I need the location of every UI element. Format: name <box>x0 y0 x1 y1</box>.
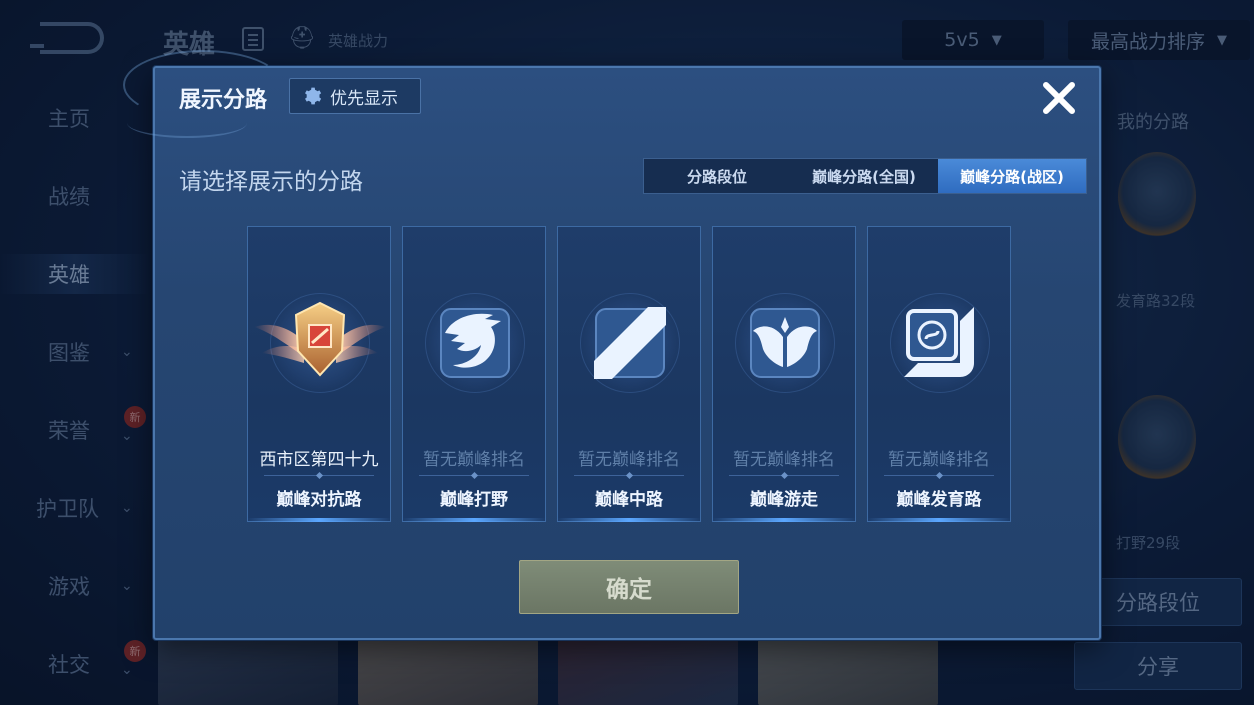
card-bottom-glow <box>247 518 391 522</box>
lane-card-clash[interactable]: 西市区第四十九 巅峰对抗路 <box>247 226 391 522</box>
priority-label: 优先显示 <box>330 88 398 109</box>
lane-role-label: 巅峰对抗路 <box>276 490 362 510</box>
roam-wings-icon <box>750 308 820 378</box>
clash-lane-medal-icon <box>254 301 386 377</box>
divider <box>574 475 684 476</box>
card-bottom-glow <box>557 518 701 522</box>
lane-display-dialog: 展示分路 优先显示 请选择展示的分路 分路段位 巅峰分路(全国) 巅峰分路(战区… <box>123 50 1101 640</box>
tab-peak-national[interactable]: 巅峰分路(全国) <box>790 159 938 193</box>
tab-peak-region[interactable]: 巅峰分路(战区) <box>938 159 1086 193</box>
confirm-button[interactable]: 确定 <box>519 560 739 614</box>
peak-rank-text: 暂无巅峰排名 <box>888 450 990 470</box>
tab-lane-rank[interactable]: 分路段位 <box>644 159 790 193</box>
dialog-subtitle: 请选择展示的分路 <box>179 169 363 195</box>
lane-role-label: 巅峰发育路 <box>896 490 982 510</box>
lane-card-farm[interactable]: 暂无巅峰排名 巅峰发育路 <box>867 226 1011 522</box>
close-icon <box>1043 82 1075 114</box>
gear-icon <box>305 87 322 105</box>
lane-role-label: 巅峰游走 <box>750 490 818 510</box>
lane-card-mid[interactable]: 暂无巅峰排名 巅峰中路 <box>557 226 701 522</box>
peak-rank-text: 暂无巅峰排名 <box>423 450 525 470</box>
jungle-dragon-icon <box>440 308 510 378</box>
divider <box>264 475 374 476</box>
card-bottom-glow <box>867 518 1011 522</box>
peak-rank-text: 暂无巅峰排名 <box>578 450 680 470</box>
lane-card-jungle[interactable]: 暂无巅峰排名 巅峰打野 <box>402 226 546 522</box>
card-bottom-glow <box>402 518 546 522</box>
priority-display-button[interactable]: 优先显示 <box>289 78 421 114</box>
lane-type-tabs: 分路段位 巅峰分路(全国) 巅峰分路(战区) <box>643 158 1087 194</box>
farm-lane-icon <box>904 307 974 377</box>
divider <box>884 475 994 476</box>
mid-lane-slash-icon <box>594 307 666 379</box>
lane-role-label: 巅峰打野 <box>440 490 508 510</box>
dialog-title: 展示分路 <box>179 88 268 113</box>
lane-role-label: 巅峰中路 <box>595 490 663 510</box>
lane-card-roam[interactable]: 暂无巅峰排名 巅峰游走 <box>712 226 856 522</box>
lane-cards: 西市区第四十九 巅峰对抗路 暂无巅峰排名 巅峰打野 暂无巅峰排名 巅峰中路 暂无… <box>247 226 1011 522</box>
close-button[interactable] <box>1039 78 1079 118</box>
card-bottom-glow <box>712 518 856 522</box>
divider <box>419 475 529 476</box>
peak-rank-text: 西市区第四十九 <box>259 450 379 470</box>
divider <box>729 475 839 476</box>
peak-rank-text: 暂无巅峰排名 <box>733 450 835 470</box>
